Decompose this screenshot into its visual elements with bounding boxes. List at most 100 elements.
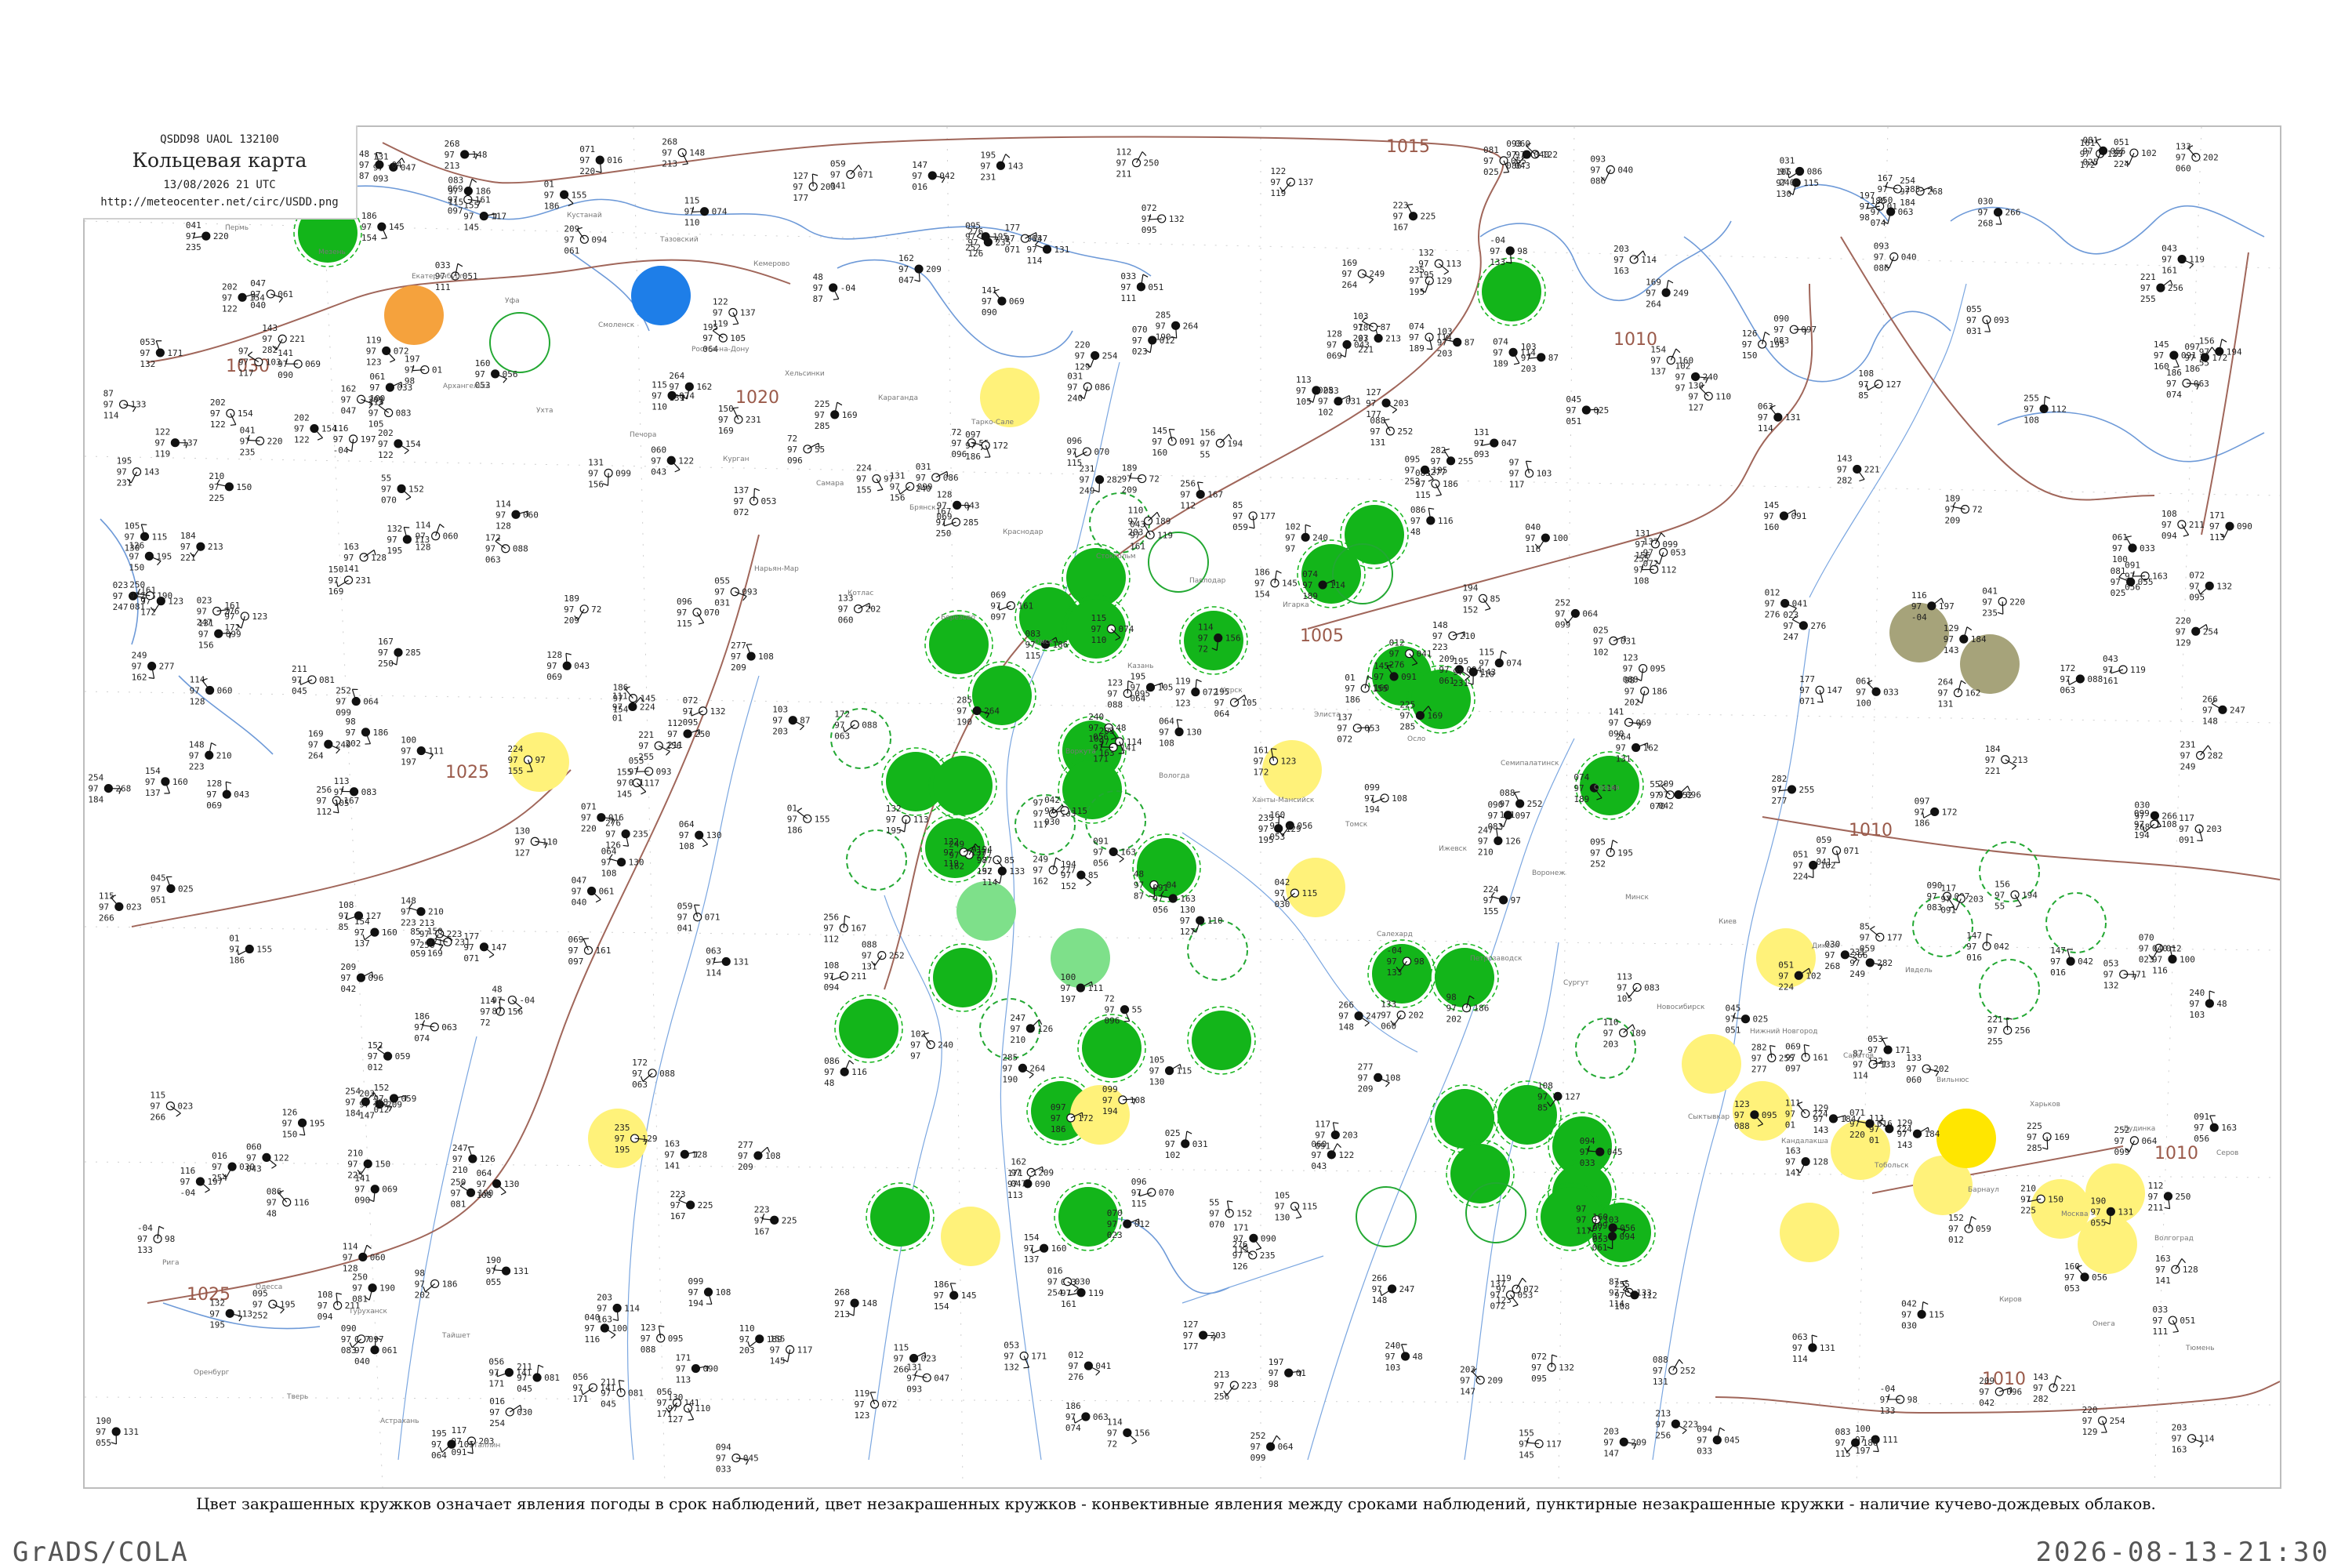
station-plot: 03097 266268: [1978, 197, 2021, 229]
station-value: 197: [1939, 601, 1955, 612]
station-value: 069: [305, 359, 321, 369]
station-value: 033: [716, 1465, 731, 1475]
station-name: Волгоград: [2154, 1235, 2194, 1243]
station-value: 055: [714, 576, 730, 586]
station-value: 056: [1093, 731, 1109, 742]
station-value: 051: [463, 271, 478, 281]
station-plot: 14797 042016: [912, 160, 955, 192]
station-value: 252: [336, 686, 351, 696]
station-value: 088: [2087, 674, 2103, 684]
station-value: 081: [129, 602, 145, 612]
station-value: 254: [489, 1418, 505, 1428]
station-plot: 15697 19455: [1994, 879, 2038, 911]
station-value: 119: [154, 449, 170, 459]
station-value: 72: [787, 434, 797, 444]
station-plot: 11797 203091: [2179, 813, 2222, 845]
station-value: 150: [282, 1129, 298, 1139]
station-value: 211: [851, 971, 867, 982]
station-value: 128: [2183, 1265, 2198, 1275]
station-value: 97: [2176, 626, 2186, 637]
station-value: 156: [1635, 550, 1650, 561]
station-value: 252: [1680, 1366, 1696, 1376]
station-value: 209: [340, 962, 356, 972]
station-value: 184: [1840, 1114, 1856, 1124]
station-value: 240: [1312, 532, 1328, 543]
wind-barb: [2199, 585, 2210, 595]
station-value: 033: [2140, 543, 2155, 554]
station-value: 096: [787, 456, 803, 466]
station-value: 123: [252, 612, 267, 622]
station-name: Тверь: [286, 1393, 308, 1401]
station-value: 97: [679, 830, 689, 840]
station-plot: 09997 108194: [688, 1276, 731, 1308]
station-value: 023: [1132, 347, 1148, 357]
station-value: 97: [862, 951, 872, 961]
station-value: 97: [2202, 705, 2212, 715]
station-value: 97: [1011, 1167, 1021, 1178]
station-value: 094: [824, 982, 840, 993]
station-value: 081: [1483, 145, 1499, 155]
station-value: 047: [401, 162, 416, 172]
station-value: 97: [343, 1252, 353, 1262]
station-plot: 14897 210223: [189, 739, 232, 771]
station-value: 97: [1487, 811, 1497, 821]
station-value: 264: [1183, 321, 1199, 331]
station-plot: 26897 148213: [834, 1287, 877, 1319]
station-value: 030: [1075, 1277, 1091, 1287]
station-value: 056: [1620, 1223, 1635, 1233]
station-value: 97: [910, 1040, 920, 1051]
station-value: 220: [2176, 615, 2191, 626]
station-value: 97: [1576, 1204, 1586, 1214]
station-value: 97: [1614, 1290, 1624, 1301]
station-value: 194: [2227, 347, 2242, 357]
station-value: 105: [1275, 1191, 1290, 1201]
station-value: 97: [1590, 848, 1600, 858]
station-value: 97: [1944, 634, 1954, 644]
station-value: 012: [1160, 336, 1175, 346]
station-plot: 16397 128141: [1785, 1146, 1828, 1178]
station-plot: 11497 060128: [190, 674, 233, 706]
station-plot: 4897 -0487: [813, 272, 856, 304]
station-value: 042: [340, 984, 356, 994]
station-value: 171: [675, 1353, 691, 1363]
station-value: 235: [1409, 265, 1425, 275]
station-plot: 26697 247148: [1338, 1000, 1381, 1033]
station-value: 209: [1487, 1375, 1503, 1385]
wind-feather: [1142, 151, 1147, 157]
station-value: 091: [1401, 672, 1417, 682]
wind-feather: [336, 749, 340, 754]
source-url[interactable]: http://meteocenter.net/circ/USDD.png: [83, 196, 356, 209]
station-plot: 05397171132: [140, 337, 183, 369]
station-value: 98: [1269, 1379, 1279, 1389]
station-marker: [621, 829, 630, 839]
station-value: 116: [1525, 544, 1541, 554]
isobar-label: 1010: [2154, 1144, 2198, 1163]
station-value: 105: [368, 419, 384, 430]
station-value: 030: [517, 1407, 532, 1417]
station-marker: [443, 937, 452, 947]
station-value: 97: [1453, 667, 1463, 677]
station-value: 247: [1783, 632, 1798, 642]
station-plot: 09697 070115: [1131, 1177, 1174, 1209]
wind-feather: [405, 1095, 407, 1102]
weather-phenomena-circles: [293, 198, 2145, 1274]
station-value: 282: [2033, 1394, 2049, 1404]
station-value: 97: [1849, 958, 1860, 968]
station-value: 97: [894, 1353, 904, 1363]
station-value: 133: [1387, 967, 1403, 978]
station-plot: 12397 095088: [641, 1323, 684, 1355]
station-value: 97: [378, 648, 388, 658]
station-plot: 04597 025051: [151, 873, 194, 905]
station-plot: 09597 195252: [1405, 454, 1448, 486]
station-value: 088: [513, 544, 528, 554]
station-marker: [677, 148, 687, 158]
station-value: 074: [1409, 321, 1425, 332]
station-value: 48: [1116, 723, 1126, 733]
wind-feather: [439, 524, 445, 528]
station-value: 025: [178, 884, 194, 894]
station-value: 074: [1118, 624, 1134, 634]
station-value: 225: [2027, 1121, 2042, 1131]
station-plot: 20997 096042: [340, 962, 383, 994]
station-value: 152: [1061, 881, 1076, 891]
station-value: 145: [961, 1290, 977, 1301]
